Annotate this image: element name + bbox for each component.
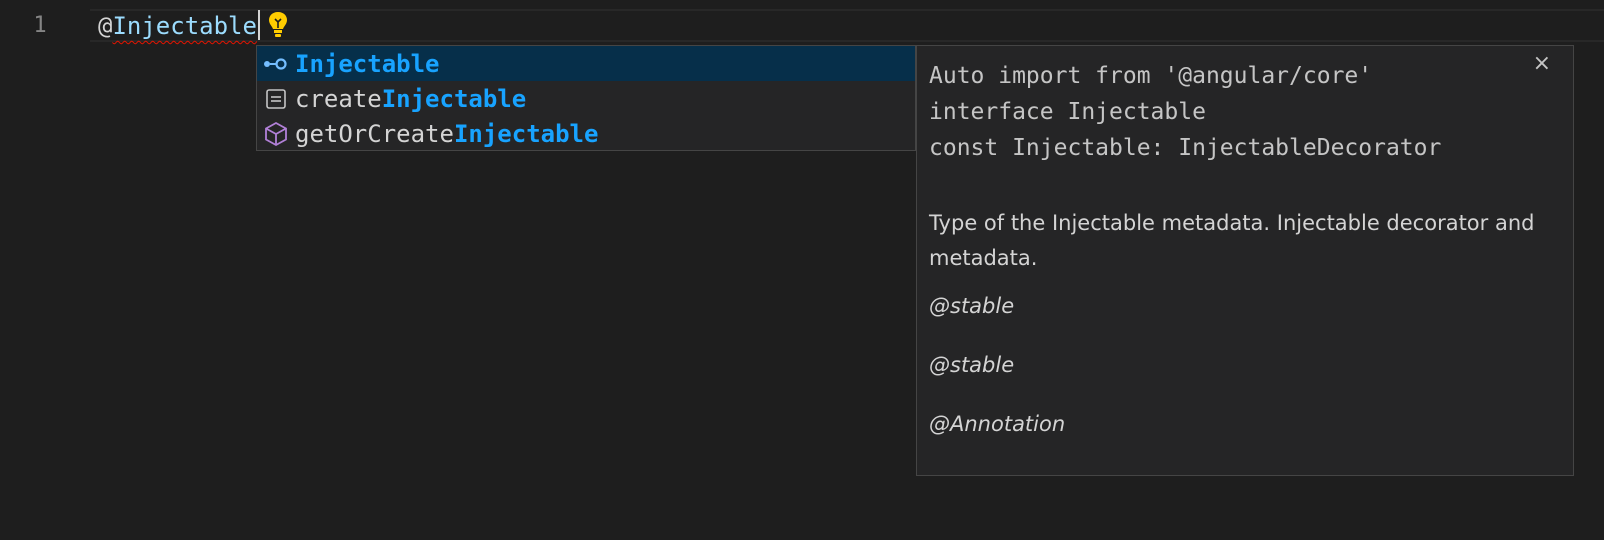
signature-line: interface Injectable (929, 99, 1206, 125)
variable-icon (259, 81, 293, 116)
signature-line: const Injectable: InjectableDecorator (929, 135, 1442, 161)
match-highlight: Injectable (295, 49, 440, 78)
jsdoc-tag: @Annotation (929, 412, 1066, 436)
suggest-item-getorcreateinjectable[interactable]: getOrCreateInjectable (257, 116, 915, 151)
code-line[interactable]: @Injectable (98, 10, 260, 42)
lightbulb-icon[interactable] (266, 10, 290, 40)
current-line-highlight (90, 9, 1604, 42)
line-number: 1 (33, 13, 47, 38)
suggest-item-injectable[interactable]: Injectable (257, 46, 915, 81)
close-icon[interactable]: × (1533, 52, 1551, 76)
match-highlight: Injectable (381, 84, 527, 113)
suggest-details-pane: × Auto import from '@angular/core' interf… (916, 45, 1574, 476)
module-icon (259, 116, 293, 151)
interface-icon (259, 46, 293, 81)
match-highlight: Injectable (453, 119, 599, 148)
decorator-identifier[interactable]: Injectable (112, 12, 257, 40)
documentation-text: Type of the Injectable metadata. Injecta… (929, 211, 1535, 270)
jsdoc-tag: @stable (929, 294, 1015, 318)
signature-block: Auto import from '@angular/core' interfac… (929, 58, 1441, 166)
suggest-item-createinjectable[interactable]: createInjectable (257, 81, 915, 116)
signature-line: Auto import from '@angular/core' (929, 63, 1373, 89)
suggest-widget: Injectable createInjectable getOrCreateI… (256, 45, 916, 151)
decorator-at: @ (98, 12, 113, 40)
text-cursor (257, 10, 260, 40)
jsdoc-tag: @stable (929, 353, 1015, 377)
